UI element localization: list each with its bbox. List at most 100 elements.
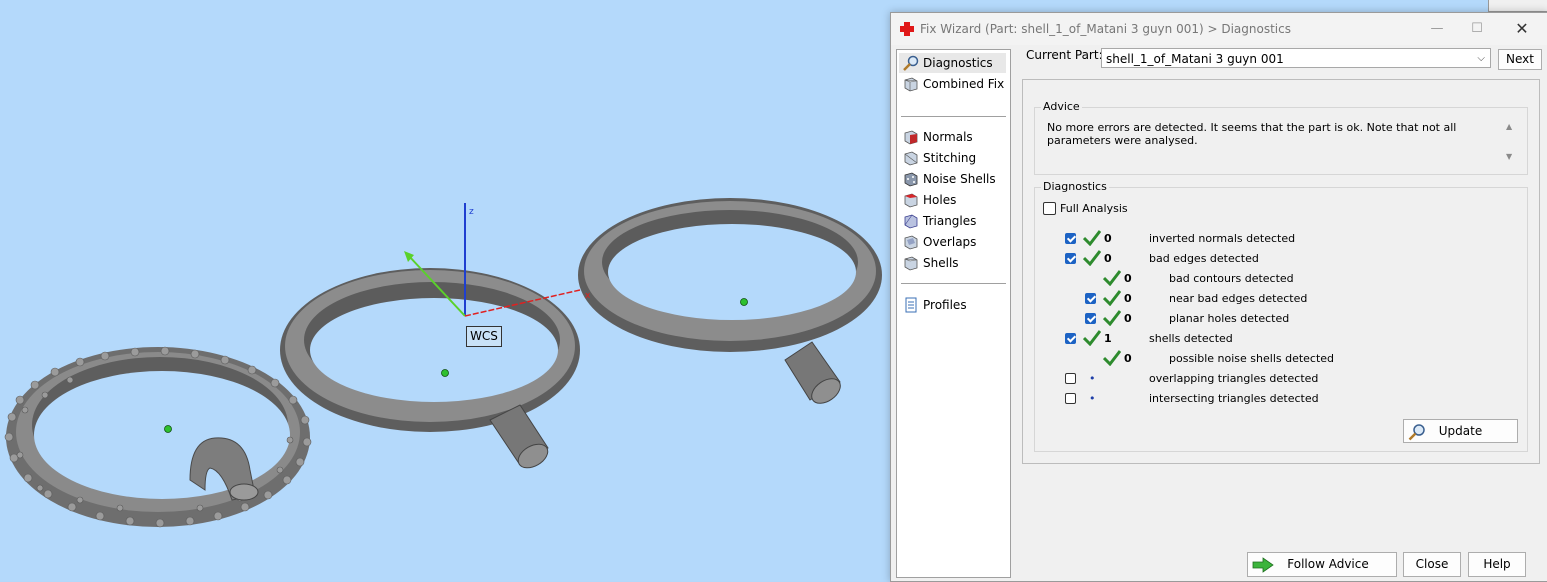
minimize-button[interactable]: — bbox=[1427, 19, 1447, 39]
diagnostics-panel: Advice No more errors are detected. It s… bbox=[1022, 79, 1540, 464]
scroll-down-icon[interactable]: ▼ bbox=[1506, 152, 1512, 161]
nav-item-profiles[interactable]: Profiles bbox=[899, 295, 1006, 315]
row-label: possible noise shells detected bbox=[1169, 352, 1335, 365]
help-button[interactable]: Help bbox=[1468, 552, 1526, 577]
row-count: 0 bbox=[1104, 232, 1112, 245]
holes-cube-icon bbox=[904, 193, 918, 208]
update-label: Update bbox=[1438, 424, 1483, 438]
row-count: 0 bbox=[1124, 312, 1132, 325]
nav-item-combined-fix[interactable]: Combined Fix bbox=[899, 74, 1006, 94]
diag-row-shells: 1 shells detected bbox=[1035, 328, 1525, 348]
green-check-icon bbox=[1083, 250, 1101, 266]
row-count: 0 bbox=[1124, 292, 1132, 305]
green-check-icon bbox=[1103, 290, 1121, 306]
diagnostics-title: Diagnostics bbox=[1041, 180, 1109, 193]
nav-item-normals[interactable]: Normals bbox=[899, 127, 1006, 147]
axis-z-label: z bbox=[469, 207, 474, 217]
nav-item-triangles[interactable]: Triangles bbox=[899, 211, 1006, 231]
full-analysis-checkbox[interactable]: Full Analysis bbox=[1043, 202, 1128, 215]
row-label: inverted normals detected bbox=[1149, 232, 1296, 245]
diag-row-bad-contours: 0 bad contours detected bbox=[1035, 268, 1525, 288]
nav-item-label: Holes bbox=[923, 193, 957, 207]
beaded-ring bbox=[4, 346, 312, 528]
green-check-icon bbox=[1103, 310, 1121, 326]
green-check-icon bbox=[1083, 330, 1101, 346]
advice-scrollbar[interactable]: ▲ ▼ bbox=[1504, 122, 1516, 166]
overlaps-cube-icon bbox=[904, 235, 918, 250]
nav-item-label: Profiles bbox=[923, 298, 967, 312]
right-ring bbox=[578, 198, 882, 404]
row-status-dot: • bbox=[1089, 372, 1096, 385]
row-label: bad contours detected bbox=[1169, 272, 1294, 285]
diag-row-bad-edges: 0 bad edges detected bbox=[1035, 248, 1525, 268]
row-label: near bad edges detected bbox=[1169, 292, 1308, 305]
document-icon bbox=[905, 297, 917, 313]
row-checkbox[interactable] bbox=[1065, 233, 1076, 244]
nav-item-label: Shells bbox=[923, 256, 959, 270]
row-label: overlapping triangles detected bbox=[1149, 372, 1319, 385]
nav-item-label: Noise Shells bbox=[923, 172, 996, 186]
scroll-up-icon[interactable]: ▲ bbox=[1506, 122, 1512, 131]
row-checkbox[interactable] bbox=[1085, 313, 1096, 324]
nav-item-overlaps[interactable]: Overlaps bbox=[899, 232, 1006, 252]
current-part-label: Current Part: bbox=[1026, 48, 1103, 62]
shells-cube-icon bbox=[904, 256, 918, 271]
current-part-select[interactable]: shell_1_of_Matani 3 guyn 001 ⌵ bbox=[1101, 48, 1491, 68]
follow-advice-label: Follow Advice bbox=[1287, 557, 1369, 571]
row-count: 0 bbox=[1124, 272, 1132, 285]
row-checkbox[interactable] bbox=[1065, 373, 1076, 384]
diag-row-noise-shells: 0 possible noise shells detected bbox=[1035, 348, 1525, 368]
green-check-icon bbox=[1103, 350, 1121, 366]
fix-wizard-dialog: Fix Wizard (Part: shell_1_of_Matani 3 gu… bbox=[890, 12, 1547, 582]
checkbox[interactable] bbox=[1043, 202, 1056, 215]
diag-row-intersecting-triangles: • intersecting triangles detected bbox=[1035, 388, 1525, 408]
axis-x-label: x bbox=[585, 291, 591, 301]
diag-row-inverted-normals: 0 inverted normals detected bbox=[1035, 228, 1525, 248]
nav-item-holes[interactable]: Holes bbox=[899, 190, 1006, 210]
diagnostics-group: Diagnostics Full Analysis 0 inverted nor… bbox=[1034, 180, 1528, 452]
current-part-value: shell_1_of_Matani 3 guyn 001 bbox=[1106, 52, 1284, 66]
row-label: intersecting triangles detected bbox=[1149, 392, 1319, 405]
row-checkbox[interactable] bbox=[1085, 293, 1096, 304]
cube-icon bbox=[904, 77, 918, 92]
magnifier-icon bbox=[1408, 424, 1425, 441]
nav-item-label: Stitching bbox=[923, 151, 977, 165]
advice-title: Advice bbox=[1041, 100, 1082, 113]
wizard-nav: Diagnostics Combined Fix Normals Stitchi… bbox=[896, 49, 1011, 578]
wcs-label: WCS bbox=[466, 326, 502, 347]
row-checkbox[interactable] bbox=[1065, 393, 1076, 404]
nav-item-stitching[interactable]: Stitching bbox=[899, 148, 1006, 168]
green-check-icon bbox=[1083, 230, 1101, 246]
nav-item-label: Triangles bbox=[923, 214, 977, 228]
advice-group: Advice No more errors are detected. It s… bbox=[1034, 100, 1528, 175]
full-analysis-label: Full Analysis bbox=[1060, 202, 1128, 215]
update-button[interactable]: Update bbox=[1403, 419, 1518, 443]
nav-separator bbox=[901, 283, 1006, 284]
row-count: 0 bbox=[1124, 352, 1132, 365]
close-button[interactable]: Close bbox=[1403, 552, 1461, 577]
nav-item-noise-shells[interactable]: Noise Shells bbox=[899, 169, 1006, 189]
nav-item-label: Combined Fix bbox=[923, 77, 1005, 91]
green-arrow-icon bbox=[1252, 557, 1274, 573]
row-count: 1 bbox=[1104, 332, 1112, 345]
next-button[interactable]: Next bbox=[1498, 49, 1542, 70]
diag-row-overlapping-triangles: • overlapping triangles detected bbox=[1035, 368, 1525, 388]
diag-row-near-bad-edges: 0 near bad edges detected bbox=[1035, 288, 1525, 308]
middle-ring bbox=[280, 268, 580, 469]
stitching-cube-icon bbox=[904, 151, 918, 166]
maximize-button[interactable]: ☐ bbox=[1467, 19, 1487, 39]
nav-item-diagnostics[interactable]: Diagnostics bbox=[899, 53, 1006, 73]
row-label: bad edges detected bbox=[1149, 252, 1259, 265]
row-checkbox[interactable] bbox=[1065, 253, 1076, 264]
advice-text: No more errors are detected. It seems th… bbox=[1047, 121, 1457, 147]
title-bar[interactable]: Fix Wizard (Part: shell_1_of_Matani 3 gu… bbox=[891, 13, 1547, 45]
row-status-dot: • bbox=[1089, 392, 1096, 405]
row-checkbox[interactable] bbox=[1065, 333, 1076, 344]
magnifier-icon bbox=[903, 55, 919, 71]
nav-item-label: Normals bbox=[923, 130, 973, 144]
close-window-button[interactable]: ✕ bbox=[1512, 19, 1532, 39]
follow-advice-button[interactable]: Follow Advice bbox=[1247, 552, 1397, 577]
nav-item-shells[interactable]: Shells bbox=[899, 253, 1006, 273]
normals-cube-icon bbox=[904, 130, 918, 145]
row-label: shells detected bbox=[1149, 332, 1233, 345]
